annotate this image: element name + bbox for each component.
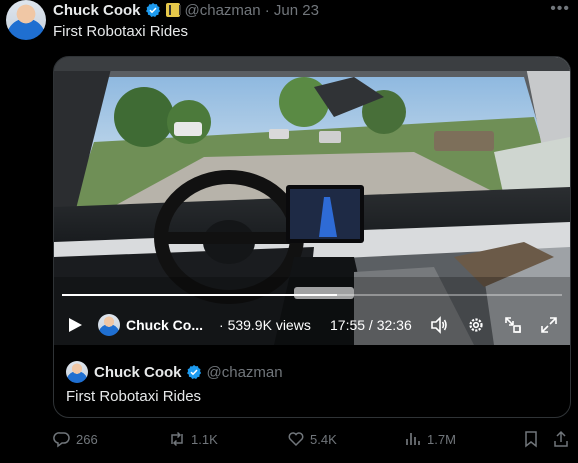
picture-in-picture-icon[interactable] bbox=[504, 316, 522, 334]
video-controls: Chuck Co... · 539.9K views 17:55 / 32:36 bbox=[54, 309, 570, 339]
views-icon bbox=[406, 433, 420, 445]
handle-and-date[interactable]: @chazman · Jun 23 bbox=[185, 2, 319, 19]
settings-icon[interactable] bbox=[467, 316, 485, 334]
video-progress-fill bbox=[62, 294, 337, 296]
video-frame bbox=[54, 57, 570, 345]
video-time: 17:55 / 32:36 bbox=[330, 317, 412, 333]
fullscreen-icon[interactable] bbox=[540, 316, 558, 334]
share-icon bbox=[554, 430, 568, 447]
views-count: 1.7M bbox=[427, 431, 456, 447]
more-icon[interactable]: ••• bbox=[550, 0, 570, 18]
quoted-handle[interactable]: @chazman bbox=[207, 364, 283, 381]
bookmark-button[interactable] bbox=[522, 430, 545, 448]
reply-button[interactable]: 266 bbox=[53, 430, 98, 448]
repost-count: 1.1K bbox=[191, 431, 218, 447]
reply-icon bbox=[53, 432, 70, 448]
play-icon[interactable] bbox=[66, 316, 84, 334]
reply-count: 266 bbox=[76, 431, 98, 447]
like-count: 5.4K bbox=[310, 431, 337, 447]
repost-icon bbox=[171, 431, 183, 447]
views-button[interactable]: 1.7M bbox=[404, 430, 456, 448]
like-button[interactable]: 5.4K bbox=[287, 430, 337, 448]
quote-card[interactable]: Chuck Co... · 539.9K views 17:55 / 32:36 bbox=[53, 56, 571, 418]
quoted-post-header: Chuck Cook @chazman bbox=[66, 361, 283, 383]
video-views-count: 539.9K views bbox=[227, 317, 311, 333]
video-player[interactable]: Chuck Co... · 539.9K views 17:55 / 32:36 bbox=[54, 57, 570, 345]
video-author-name[interactable]: Chuck Co... bbox=[126, 317, 203, 333]
quoted-author-avatar[interactable] bbox=[66, 361, 88, 383]
affiliate-badge-icon bbox=[165, 3, 181, 17]
verified-badge-icon bbox=[186, 365, 201, 379]
repost-button[interactable]: 1.1K bbox=[168, 430, 218, 448]
author-avatar[interactable] bbox=[6, 0, 46, 40]
quoted-author-name[interactable]: Chuck Cook bbox=[94, 364, 182, 381]
author-name[interactable]: Chuck Cook bbox=[53, 2, 141, 19]
quoted-post-text: First Robotaxi Rides bbox=[66, 388, 202, 405]
video-views: · 539.9K views bbox=[219, 317, 311, 333]
post-text: First Robotaxi Rides bbox=[53, 23, 189, 40]
verified-badge-icon bbox=[145, 3, 160, 17]
like-icon bbox=[288, 432, 304, 447]
video-author-avatar[interactable] bbox=[98, 314, 120, 336]
share-button[interactable] bbox=[552, 430, 575, 448]
action-bar: 266 1.1K 5.4K 1.7M bbox=[0, 428, 578, 452]
video-progress-bar[interactable] bbox=[62, 294, 562, 296]
post-header: Chuck Cook @chazman · Jun 23 bbox=[53, 1, 319, 19]
volume-icon[interactable] bbox=[430, 316, 448, 334]
bookmark-icon bbox=[525, 431, 537, 448]
